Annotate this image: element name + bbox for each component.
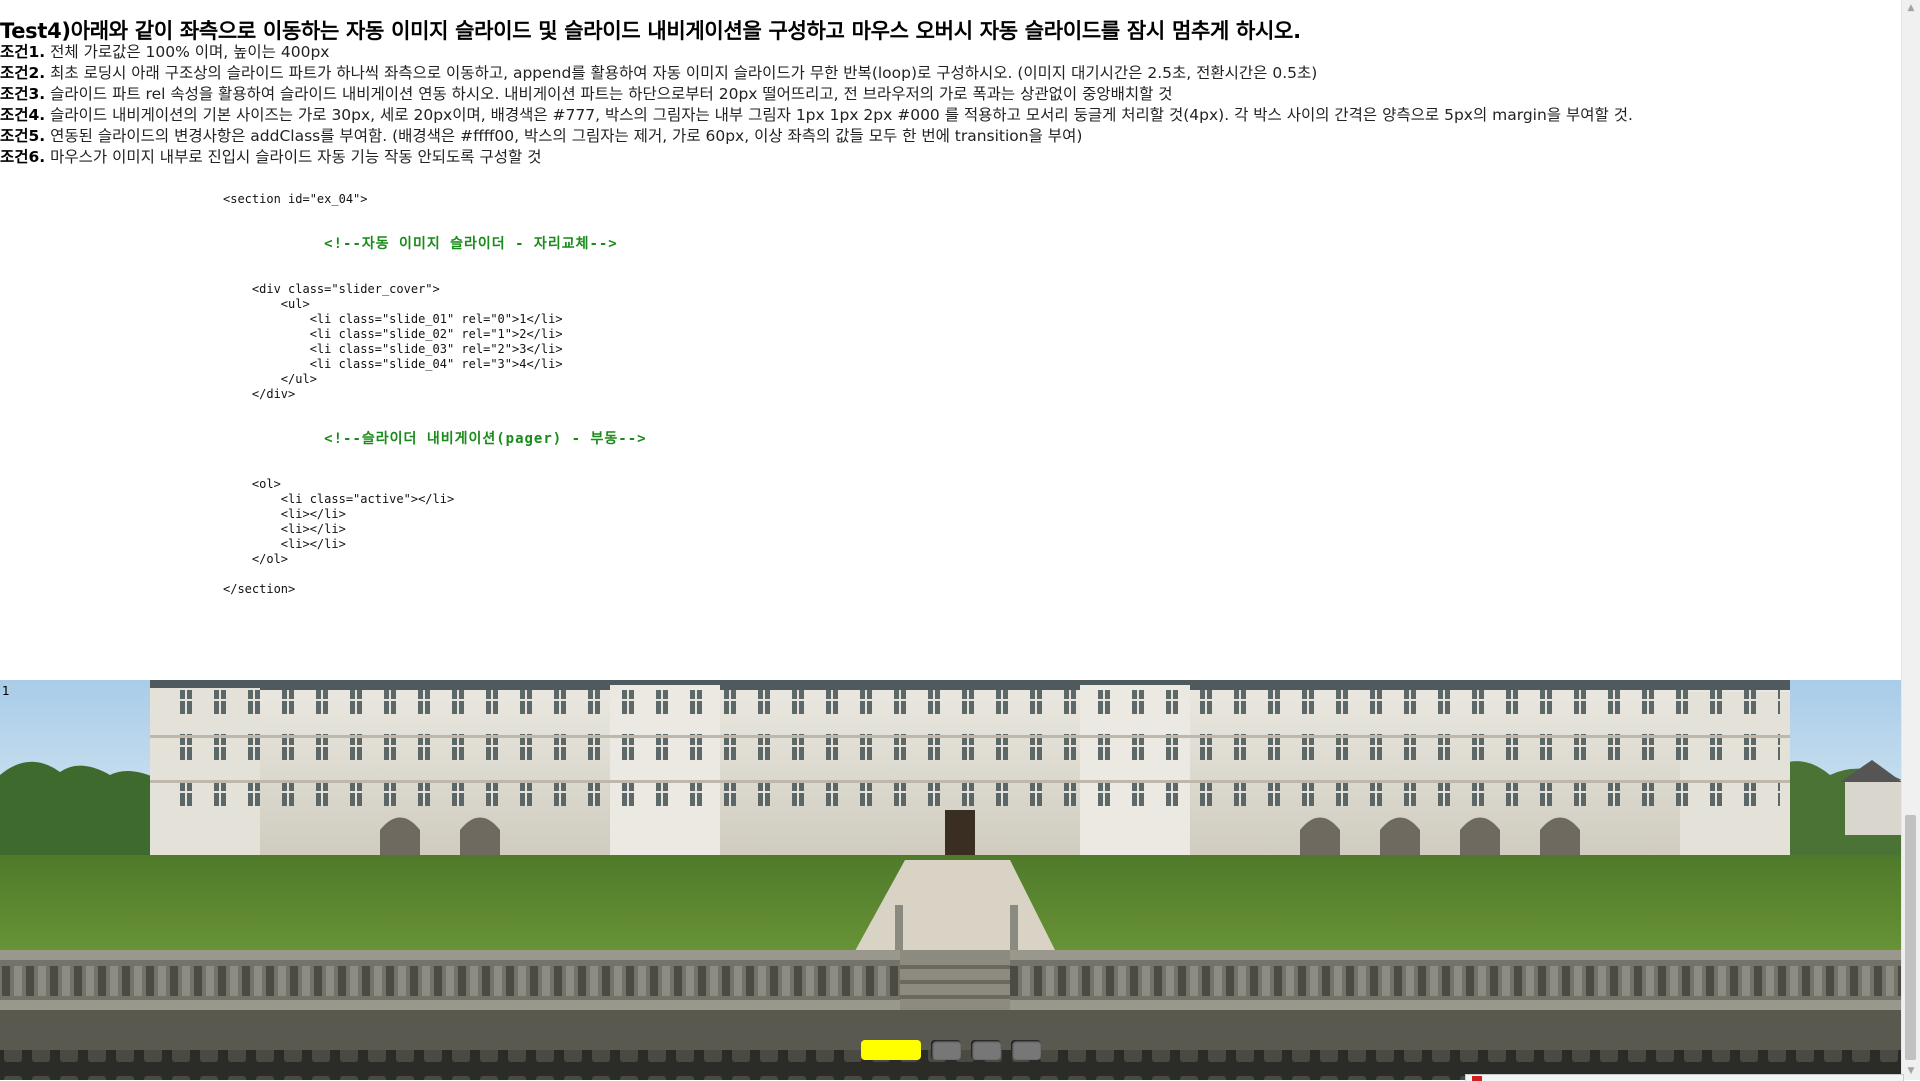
- image-slider[interactable]: 1: [0, 680, 1902, 1080]
- condition-2: 조건2. 최초 로딩시 아래 구조상의 슬라이드 파트가 하나씩 좌측으로 이동…: [0, 63, 1633, 84]
- code-line: <li class="slide_02" rel="1">2</li>: [309, 327, 563, 341]
- condition-label: 조건4.: [0, 106, 46, 124]
- pager-dot-2[interactable]: [931, 1040, 961, 1060]
- conditions-list: 조건1. 전체 가로값은 100% 이며, 높이는 400px 조건2. 최초 …: [0, 42, 1633, 168]
- code-comment: <!--슬라이더 내비게이션(pager) - 부동-->: [324, 431, 647, 447]
- code-line: <div class="slider_cover">: [251, 282, 440, 296]
- pager-dot-1[interactable]: [861, 1040, 921, 1060]
- condition-4: 조건4. 슬라이드 내비게이션의 기본 사이즈는 가로 30px, 세로 20p…: [0, 105, 1633, 126]
- chateau-photo: [0, 680, 1902, 1080]
- condition-text: 마우스가 이미지 내부로 진입시 슬라이드 자동 기능 작동 안되도록 구성할 …: [45, 148, 542, 166]
- condition-label: 조건1.: [0, 43, 46, 61]
- condition-label: 조건5.: [0, 127, 46, 145]
- code-line: </div>: [251, 387, 296, 401]
- vertical-scrollbar[interactable]: ▲ ▼: [1901, 0, 1920, 1080]
- condition-label: 조건2.: [0, 64, 46, 82]
- code-line: <li class="slide_03" rel="2">3</li>: [309, 342, 563, 356]
- condition-text: 슬라이드 내비게이션의 기본 사이즈는 가로 30px, 세로 20px이며, …: [45, 106, 1633, 124]
- pager-dot-4[interactable]: [1011, 1040, 1041, 1060]
- code-line: <li class="slide_04" rel="3">4</li>: [309, 357, 563, 371]
- condition-text: 전체 가로값은 100% 이며, 높이는 400px: [45, 43, 330, 61]
- code-line: </ul>: [280, 372, 317, 386]
- slide-number: 1: [2, 684, 10, 698]
- condition-1: 조건1. 전체 가로값은 100% 이며, 높이는 400px: [0, 42, 1633, 63]
- condition-text: 슬라이드 파트 rel 속성을 활용하여 슬라이드 내비게이션 연동 하시오. …: [45, 85, 1173, 103]
- condition-text: 최초 로딩시 아래 구조상의 슬라이드 파트가 하나씩 좌측으로 이동하고, a…: [45, 64, 1318, 82]
- condition-6: 조건6. 마우스가 이미지 내부로 진입시 슬라이드 자동 기능 작동 안되도록…: [0, 147, 1633, 168]
- code-line: <li></li>: [280, 522, 346, 536]
- code-line: </ol>: [251, 552, 289, 566]
- pager-dot-3[interactable]: [971, 1040, 1001, 1060]
- scroll-up-icon[interactable]: ▲: [1902, 0, 1920, 17]
- slider-pager: [0, 1040, 1902, 1060]
- code-line: </section>: [223, 582, 296, 596]
- code-sample: <section id="ex_04"> <!--자동 이미지 슬라이더 - 자…: [223, 192, 647, 597]
- code-line: <li class="active"></li>: [280, 492, 455, 506]
- page-title: Test4)아래와 같이 좌측으로 이동하는 자동 이미지 슬라이드 및 슬라이…: [0, 19, 1301, 43]
- code-line: <ul>: [280, 297, 310, 311]
- code-line: <li></li>: [280, 507, 346, 521]
- window-icon: [1472, 1076, 1482, 1081]
- code-line: <li></li>: [280, 537, 346, 551]
- condition-text: 연동된 슬라이드의 변경사항은 addClass를 부여함. (배경색은 #ff…: [45, 127, 1083, 145]
- condition-label: 조건6.: [0, 148, 46, 166]
- code-comment: <!--자동 이미지 슬라이더 - 자리교체-->: [324, 236, 618, 252]
- code-line: <section id="ex_04">: [223, 192, 368, 206]
- condition-label: 조건3.: [0, 85, 46, 103]
- code-line: <ol>: [251, 477, 281, 491]
- code-line: <li class="slide_01" rel="0">1</li>: [309, 312, 563, 326]
- condition-3: 조건3. 슬라이드 파트 rel 속성을 활용하여 슬라이드 내비게이션 연동 …: [0, 84, 1633, 105]
- scrollbar-thumb[interactable]: [1905, 815, 1916, 1060]
- condition-5: 조건5. 연동된 슬라이드의 변경사항은 addClass를 부여함. (배경색…: [0, 126, 1633, 147]
- scroll-down-icon[interactable]: ▼: [1902, 1063, 1920, 1080]
